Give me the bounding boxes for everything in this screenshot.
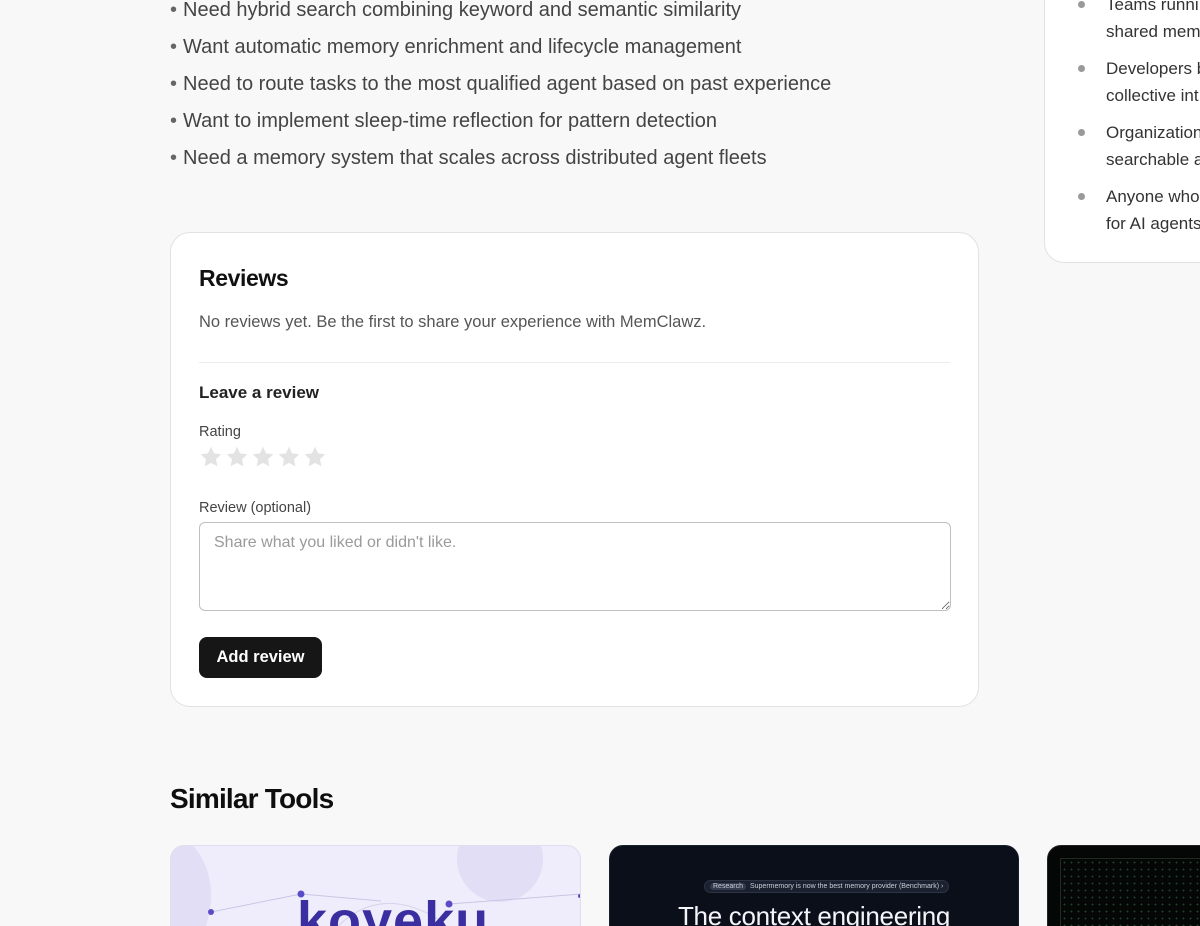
star-1-icon[interactable] — [199, 445, 223, 469]
use-cases-list: • Need hybrid search combining keyword an… — [170, 0, 831, 177]
similar-tool-card-2[interactable]: Research Supermemory is now the best memo… — [609, 845, 1019, 926]
list-item: • Want automatic memory enrichment and li… — [170, 36, 742, 58]
list-item: • Need hybrid search combining keyword an… — [170, 0, 742, 21]
audience-card: Teams runni shared memo Developers b colle… — [1044, 0, 1200, 263]
similar-tool-card-3[interactable] — [1047, 845, 1200, 926]
star-2-icon[interactable] — [225, 445, 249, 469]
reviews-title: Reviews — [199, 265, 289, 291]
star-5-icon[interactable] — [303, 445, 327, 469]
badge-tag: Research — [710, 883, 746, 890]
review-textarea[interactable] — [199, 522, 951, 611]
bullet-dot — [1078, 65, 1085, 72]
audience-item: Developers b collective int — [1045, 55, 1200, 109]
list-item: • Want to implement sleep-time reflection… — [170, 110, 717, 132]
similar-tool-card-1[interactable]: koyeku — [170, 845, 581, 926]
bullet-dot — [1078, 1, 1085, 8]
audience-list: Teams runni shared memo Developers b colle… — [1045, 0, 1200, 247]
add-review-button[interactable]: Add review — [199, 637, 322, 678]
reviews-empty-message: No reviews yet. Be the first to share yo… — [199, 313, 707, 331]
star-3-icon[interactable] — [251, 445, 275, 469]
leave-review-title: Leave a review — [199, 383, 320, 402]
star-4-icon[interactable] — [277, 445, 301, 469]
list-item: • Need to route tasks to the most qualifi… — [170, 73, 832, 95]
rating-label: Rating — [199, 424, 241, 440]
audience-item: Anyone who for AI agents — [1045, 183, 1200, 237]
bullet-dot — [1078, 129, 1085, 136]
bullet-dot — [1078, 193, 1085, 200]
divider — [199, 362, 950, 363]
list-item: • Need a memory system that scales across… — [170, 147, 767, 169]
bullet-dot: • — [170, 73, 178, 95]
audience-item: Teams runni shared memo — [1045, 0, 1200, 45]
review-label: Review (optional) — [199, 500, 312, 516]
announcement-badge: Research Supermemory is now the best memo… — [704, 880, 950, 893]
tool-headline: The context engineering — [677, 901, 951, 926]
audience-item: Organization searchable a — [1045, 119, 1200, 173]
bullet-dot: • — [170, 147, 178, 169]
similar-tools-title: Similar Tools — [170, 783, 334, 814]
dot-grid-pattern — [1060, 858, 1200, 926]
rating-stars — [199, 445, 327, 469]
bullet-dot: • — [170, 0, 178, 21]
bullet-dot: • — [170, 110, 178, 132]
bullet-dot: • — [170, 36, 178, 58]
reviews-card: Reviews No reviews yet. Be the first to … — [170, 232, 979, 707]
tool-logo-text: koyeku — [297, 891, 490, 926]
